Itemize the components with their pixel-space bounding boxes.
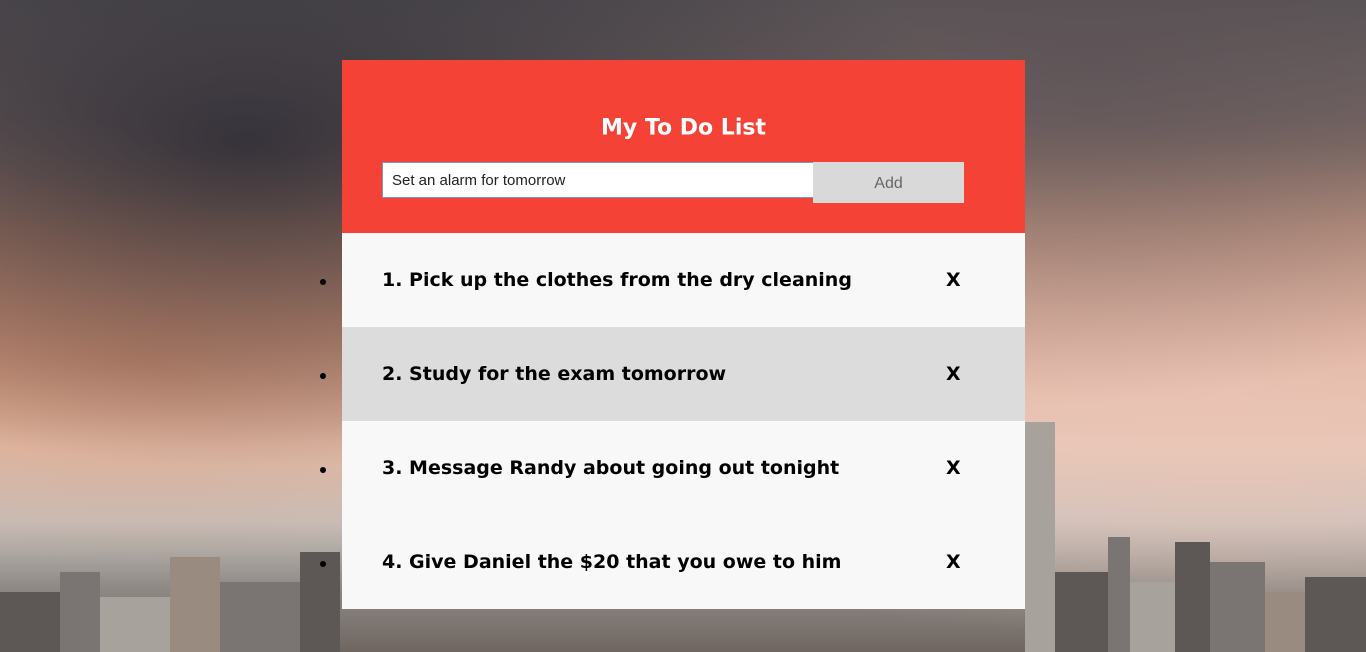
todo-app: My To Do List Add 1. Pick up the clothes… bbox=[320, 60, 1025, 609]
bullet-icon bbox=[320, 467, 326, 473]
bullet-icon bbox=[320, 373, 326, 379]
todo-item-text: 2. Study for the exam tomorrow bbox=[382, 363, 727, 385]
bullet-icon bbox=[320, 279, 326, 285]
close-icon[interactable]: X bbox=[946, 551, 961, 573]
todo-header: My To Do List Add bbox=[342, 60, 1025, 233]
todo-item[interactable]: 1. Pick up the clothes from the dry clea… bbox=[320, 233, 1025, 327]
bullet-icon bbox=[320, 561, 326, 567]
todo-item-text: 3. Message Randy about going out tonight bbox=[382, 457, 840, 479]
todo-list: 1. Pick up the clothes from the dry clea… bbox=[320, 233, 1025, 609]
todo-item[interactable]: 2. Study for the exam tomorrow X bbox=[320, 327, 1025, 421]
todo-input[interactable] bbox=[382, 162, 822, 198]
close-icon[interactable]: X bbox=[946, 363, 961, 385]
todo-item[interactable]: 3. Message Randy about going out tonight… bbox=[320, 421, 1025, 515]
page-title: My To Do List bbox=[601, 115, 766, 141]
todo-item[interactable]: 4. Give Daniel the $20 that you owe to h… bbox=[320, 515, 1025, 609]
close-icon[interactable]: X bbox=[946, 457, 961, 479]
todo-entry-form: Add bbox=[382, 162, 964, 203]
todo-item-text: 1. Pick up the clothes from the dry clea… bbox=[382, 269, 852, 291]
close-icon[interactable]: X bbox=[946, 269, 961, 291]
add-button[interactable]: Add bbox=[813, 162, 964, 203]
todo-item-text: 4. Give Daniel the $20 that you owe to h… bbox=[382, 551, 842, 573]
